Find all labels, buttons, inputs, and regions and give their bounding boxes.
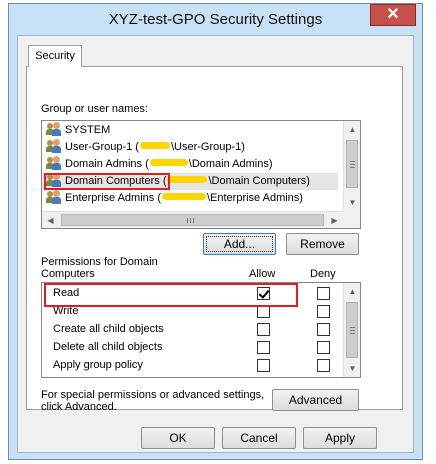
security-panel: Group or user names: SYSTEM User-Group-1… [26,66,403,413]
highlight-box-domain-computers [44,173,170,190]
deny-checkbox[interactable] [317,305,330,318]
add-button[interactable]: Add... [203,233,276,255]
scroll-down-icon[interactable]: ▼ [344,360,360,377]
user-list-horizontal-scrollbar[interactable]: ◀ ▶ [42,211,343,228]
scrollbar-thumb[interactable] [61,214,324,226]
scrollbar-thumb[interactable] [346,140,358,188]
user-name-prefix: Domain Admins ( [65,158,149,170]
security-settings-window: XYZ-test-GPO Security Settings ✕ Securit… [8,3,423,460]
remove-button[interactable]: Remove [286,233,359,255]
redaction-mark [149,159,188,166]
special-permissions-text-line2: click Advanced. [41,401,117,413]
deny-checkbox[interactable] [317,359,330,372]
scroll-left-icon[interactable]: ◀ [42,212,59,228]
scrollbar-thumb[interactable] [346,302,358,358]
window-title: XYZ-test-GPO Security Settings [108,11,323,28]
group-icon [46,122,62,136]
redaction-mark [139,142,170,149]
allow-checkbox[interactable] [257,323,270,336]
list-item[interactable]: SYSTEM [46,122,338,139]
group-icon [46,190,62,204]
permission-row: Delete all child objects [42,338,344,356]
cancel-button[interactable]: Cancel [222,427,296,449]
permissions-vertical-scrollbar[interactable]: ▲ ▼ [343,283,360,377]
scroll-up-icon[interactable]: ▲ [344,283,360,300]
user-list-vertical-scrollbar[interactable]: ▲ ▼ [343,121,360,211]
group-icon [46,139,62,153]
user-name: SYSTEM [65,124,111,136]
close-button[interactable]: ✕ [370,4,416,26]
highlight-box-read [44,283,298,307]
dialog-client-area: Security Group or user names: SYSTEM Use… [17,35,414,453]
user-name-suffix: \Domain Computers) [208,175,310,187]
list-item[interactable]: Domain Admins ( \Domain Admins) [46,156,338,173]
special-permissions-text-line1: For special permissions or advanced sett… [41,389,265,401]
user-name-suffix: \Domain Admins) [188,158,273,170]
deny-checkbox[interactable] [317,341,330,354]
scroll-up-icon[interactable]: ▲ [344,121,360,138]
group-names-label: Group or user names: [41,103,148,115]
allow-checkbox[interactable] [257,359,270,372]
redaction-mark [161,193,206,200]
advanced-button[interactable]: Advanced [272,389,359,411]
list-item[interactable]: Enterprise Admins ( \Enterprise Admins) [46,190,338,207]
list-item[interactable]: User-Group-1 ( \User-Group-1) [46,139,338,156]
allow-column-header: Allow [249,268,276,280]
close-icon: ✕ [386,6,400,23]
permission-name: Delete all child objects [53,341,163,353]
tab-security[interactable]: Security [28,45,82,67]
user-name-suffix: \User-Group-1) [170,141,245,153]
permission-name: Create all child objects [53,323,164,335]
allow-checkbox[interactable] [257,341,270,354]
permission-row: Create all child objects [42,320,344,338]
permission-name: Apply group policy [53,359,143,371]
user-name-suffix: \Enterprise Admins) [206,192,303,204]
deny-checkbox[interactable] [317,323,330,336]
deny-column-header: Deny [310,268,336,280]
scroll-down-icon[interactable]: ▼ [344,194,360,211]
permissions-label-line1: Permissions for Domain [41,256,158,268]
ok-button[interactable]: OK [141,427,215,449]
user-name-prefix: Enterprise Admins ( [65,192,161,204]
deny-checkbox[interactable] [317,287,330,300]
apply-button[interactable]: Apply [303,427,377,449]
scroll-right-icon[interactable]: ▶ [326,212,343,228]
permissions-label-line2: Computers [41,268,95,280]
title-bar[interactable]: XYZ-test-GPO Security Settings ✕ [9,4,422,36]
permission-row: Apply group policy [42,356,344,374]
redaction-mark [167,176,208,183]
group-icon [46,156,62,170]
user-name-prefix: User-Group-1 ( [65,141,139,153]
